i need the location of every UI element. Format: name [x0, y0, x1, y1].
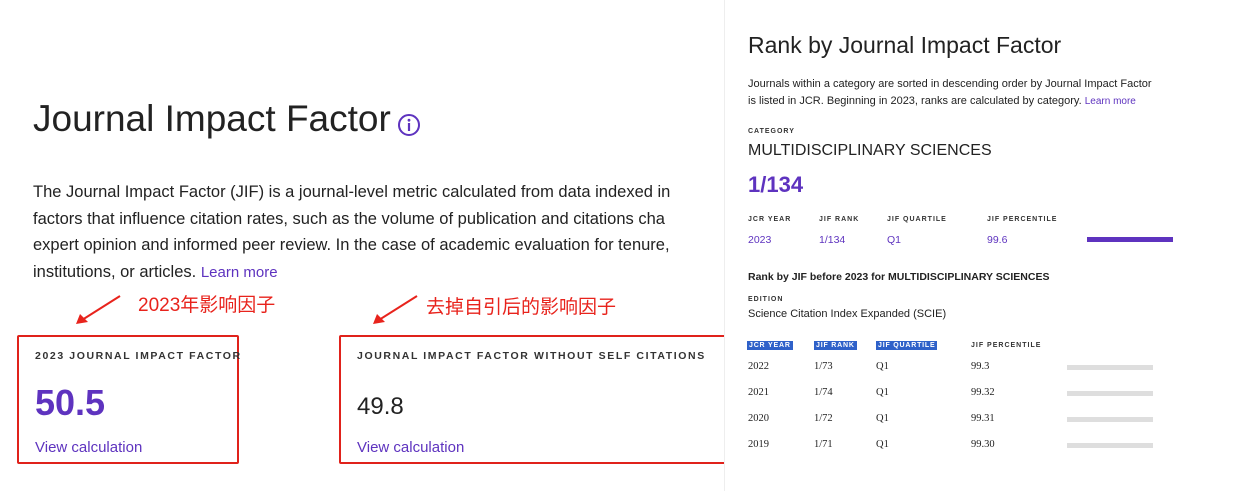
history-year: 2022 [748, 361, 769, 372]
category-rank: 1/134 [748, 172, 804, 197]
history-rank: 1/73 [814, 361, 833, 372]
edition-name: Science Citation Index Expanded (SCIE) [748, 308, 947, 320]
col-header-jif-percentile: JIF PERCENTILE [987, 216, 1058, 223]
before-2023-title: Rank by JIF before 2023 for MULTIDISCIPL… [748, 271, 1050, 283]
jif-panel: Journal Impact Factor The Journal Impact… [0, 0, 724, 491]
view-calculation-link[interactable]: View calculation [35, 439, 142, 456]
description-line: The Journal Impact Factor (JIF) is a jou… [33, 183, 671, 201]
description-line: is listed in JCR. Beginning in 2023, ran… [748, 93, 1208, 110]
description-line: Journals within a category are sorted in… [748, 78, 1152, 90]
percentile-bar [1067, 365, 1153, 370]
history-percentile: 99.31 [971, 413, 995, 424]
history-rank: 1/71 [814, 439, 833, 450]
description-line: institutions, or articles. Learn more [33, 259, 724, 287]
category-label: CATEGORY [748, 128, 795, 135]
col-header-jif-quartile: JIF QUARTILE [887, 216, 947, 223]
jif-description: The Journal Impact Factor (JIF) is a jou… [33, 179, 724, 286]
jif-value: 50.5 [35, 382, 106, 423]
history-quartile: Q1 [876, 413, 889, 424]
annotation-jif-no-self-cite: 去掉自引后的影响因子 [426, 297, 617, 318]
history-year: 2019 [748, 439, 769, 450]
edition-label: EDITION [748, 296, 784, 303]
card-label: JOURNAL IMPACT FACTOR WITHOUT SELF CITAT… [357, 350, 706, 362]
col-header-jif-quartile: JIF QUARTILE [876, 341, 938, 350]
percentile-bar [1067, 443, 1153, 448]
jif-no-self-cite-value: 49.8 [357, 393, 404, 420]
annotation-arrow-icon [76, 295, 121, 324]
description-line-text: institutions, or articles. [33, 262, 197, 281]
history-year: 2020 [748, 413, 769, 424]
history-quartile: Q1 [876, 387, 889, 398]
rank-panel: Rank by Journal Impact Factor Journals w… [724, 0, 1238, 491]
history-rank: 1/74 [814, 387, 833, 398]
history-rank: 1/72 [814, 413, 833, 424]
history-percentile: 99.3 [971, 361, 990, 372]
history-percentile: 99.32 [971, 387, 995, 398]
page-title-text: Journal Impact Factor [33, 97, 391, 139]
category-name: MULTIDISCIPLINARY SCIENCES [748, 142, 992, 159]
history-quartile: Q1 [876, 361, 889, 372]
annotation-arrow-icon [373, 295, 418, 324]
percentile-bar [1067, 417, 1153, 422]
percentile-bar [1067, 391, 1153, 396]
learn-more-link[interactable]: Learn more [1085, 96, 1136, 107]
learn-more-link[interactable]: Learn more [201, 264, 278, 281]
rank-title: Rank by Journal Impact Factor [748, 32, 1062, 58]
current-quartile: Q1 [887, 234, 902, 246]
card-label: 2023 JOURNAL IMPACT FACTOR [35, 350, 242, 362]
description-line: expert opinion and informed peer review.… [33, 236, 670, 254]
jif-2023-card: 2023 JOURNAL IMPACT FACTOR 50.5 View cal… [17, 335, 242, 464]
history-percentile: 99.30 [971, 439, 995, 450]
history-quartile: Q1 [876, 439, 889, 450]
description-line: factors that influence citation rates, s… [33, 209, 665, 228]
col-header-jif-percentile: JIF PERCENTILE [971, 342, 1042, 349]
page-title: Journal Impact Factor [33, 96, 421, 146]
col-header-jif-rank: JIF RANK [814, 341, 857, 350]
col-header-jcr-year: JCR YEAR [748, 216, 792, 223]
description-line-text: is listed in JCR. Beginning in 2023, ran… [748, 95, 1082, 107]
annotation-jif-2023: 2023年影响因子 [138, 295, 276, 316]
jif-no-self-cite-card: JOURNAL IMPACT FACTOR WITHOUT SELF CITAT… [339, 335, 724, 464]
current-year: 2023 [748, 234, 772, 246]
view-calculation-link[interactable]: View calculation [357, 439, 464, 456]
info-icon[interactable] [397, 104, 421, 146]
current-rank: 1/134 [819, 234, 846, 246]
col-header-jcr-year: JCR YEAR [747, 341, 793, 350]
history-year: 2021 [748, 387, 769, 398]
rank-description: Journals within a category are sorted in… [748, 76, 1208, 110]
percentile-bar [1087, 237, 1173, 242]
current-percentile: 99.6 [987, 234, 1008, 246]
col-header-jif-rank: JIF RANK [819, 216, 860, 223]
